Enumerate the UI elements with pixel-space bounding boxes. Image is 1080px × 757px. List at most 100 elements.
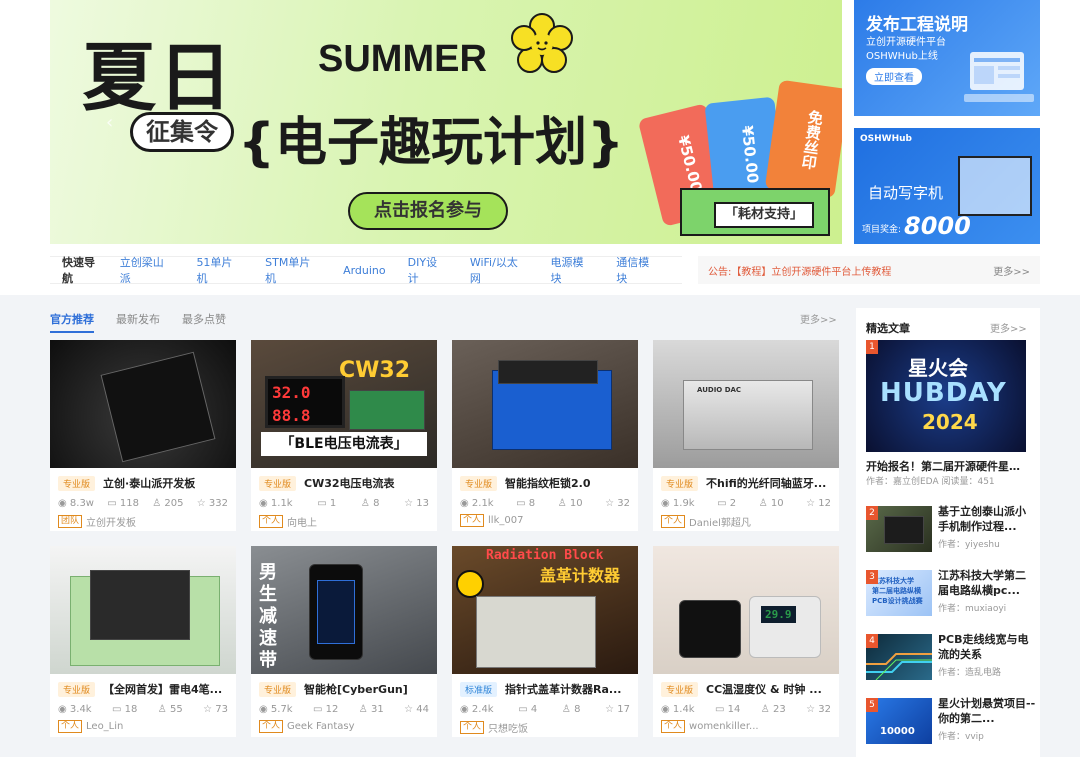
- stars-stat[interactable]: ☆ 17: [605, 704, 630, 715]
- favorites-stat[interactable]: ▭ 4: [518, 704, 537, 715]
- notice-bar[interactable]: 公告:【教程】立创开源硬件平台上传教程 更多>>: [698, 256, 1040, 284]
- project-card[interactable]: 专业版 立创·泰山派开发板 ◉ 8.3w ▭ 118 ♙ 205 ☆ 332 团队 立创开发板: [50, 340, 236, 531]
- quick-nav-link[interactable]: DIY设计: [408, 254, 448, 286]
- project-title[interactable]: CW32电压电流表: [304, 475, 395, 491]
- edition-badge: 专业版: [58, 681, 96, 697]
- stars-stat[interactable]: ☆ 13: [404, 498, 429, 509]
- likes-stat[interactable]: ♙ 23: [761, 704, 786, 715]
- project-title[interactable]: 立创·泰山派开发板: [103, 475, 195, 491]
- article-title[interactable]: 星火计划悬赏项目--你的第二...: [938, 696, 1036, 726]
- likes-stat[interactable]: ♙ 8: [562, 704, 581, 715]
- project-title[interactable]: 【全网首发】雷电4笔...: [103, 681, 222, 697]
- quick-nav-link[interactable]: Arduino: [343, 264, 386, 277]
- project-card[interactable]: Radiation Block 盖革计数器 标准版 指针式盖革计数器Ra... ◉ 2.…: [452, 546, 638, 737]
- author-name[interactable]: 向电上: [287, 514, 317, 529]
- banner-signup-button[interactable]: 点击报名参与: [348, 192, 508, 230]
- project-card[interactable]: 专业版 智能指纹柜锁2.0 ◉ 2.1k ▭ 8 ♙ 10 ☆ 32 个人 llk_007: [452, 340, 638, 531]
- stars-stat[interactable]: ☆ 332: [197, 498, 228, 509]
- author-name[interactable]: womenkiller...: [689, 721, 759, 732]
- ad-subtitle: 立创开源硬件平台 OSHWHub上线: [866, 36, 946, 64]
- project-title-row: 专业版 不hifi的光纤同轴蓝牙...: [661, 474, 831, 492]
- project-title[interactable]: 指针式盖革计数器Ra...: [505, 681, 621, 697]
- favorites-stat[interactable]: ▭ 118: [107, 498, 139, 509]
- carousel-prev-icon[interactable]: ‹: [106, 112, 113, 133]
- likes-stat[interactable]: ♙ 31: [359, 704, 384, 715]
- project-card[interactable]: CW32 32.0 88.8 「BLE电压电流表」 专业版 CW32电压电流表 ◉ 1.1k…: [251, 340, 437, 531]
- article-item[interactable]: 3 江苏科技大学 第二届电路纵横 PCB设计挑战赛 江苏科技大学第二届电路纵横p…: [866, 568, 1036, 618]
- stars-stat[interactable]: ☆ 73: [203, 704, 228, 715]
- favorites-stat[interactable]: ▭ 12: [313, 704, 338, 715]
- image-text: 江苏科技大学: [872, 577, 914, 585]
- notice-text[interactable]: 公告:【教程】立创开源硬件平台上传教程: [708, 263, 985, 278]
- notice-more-link[interactable]: 更多>>: [993, 263, 1030, 278]
- stars-stat[interactable]: ☆ 44: [404, 704, 429, 715]
- project-image[interactable]: 男生减速带: [251, 546, 437, 674]
- likes-stat[interactable]: ♙ 205: [152, 498, 183, 509]
- project-image[interactable]: AUDIO DAC: [653, 340, 839, 468]
- edition-badge: 专业版: [259, 475, 297, 491]
- article-title[interactable]: 江苏科技大学第二届电路纵横pc...: [938, 568, 1036, 598]
- banner-tag: 征集令: [130, 112, 234, 152]
- quick-nav-link[interactable]: 51单片机: [196, 254, 243, 286]
- project-title[interactable]: CC温湿度仪 & 时钟 ...: [706, 681, 822, 697]
- article-title[interactable]: PCB走线线宽与电流的关系: [938, 632, 1036, 662]
- meter-display: 32.0 88.8: [265, 376, 345, 428]
- ad-writing-machine[interactable]: OSHWHub 自动写字机 项目奖金: 8000: [854, 128, 1040, 244]
- author-name[interactable]: 立创开发板: [86, 514, 136, 529]
- hero-banner[interactable]: 夏日 SUMMER 征集令 {电子趣玩计划} 点击报名参与 ¥50.00 ¥50…: [50, 0, 842, 244]
- project-card[interactable]: 男生减速带 专业版 智能枪[CyberGun] ◉ 5.7k ▭ 12 ♙ 31 ☆ 44 个…: [251, 546, 437, 737]
- quick-nav-link[interactable]: STM单片机: [265, 254, 321, 286]
- favorites-stat[interactable]: ▭ 14: [715, 704, 740, 715]
- likes-stat[interactable]: ♙ 10: [558, 498, 583, 509]
- article-item[interactable]: 4 PCB走线线宽与电流的关系 作者：造乱电路: [866, 632, 1036, 682]
- favorites-stat[interactable]: ▭ 2: [717, 498, 736, 509]
- edition-badge: 标准版: [460, 681, 498, 697]
- project-image[interactable]: [452, 340, 638, 468]
- project-image[interactable]: Radiation Block 盖革计数器: [452, 546, 638, 674]
- article-item[interactable]: 2 基于立创泰山派小手机制作过程... 作者：yiyeshu: [866, 504, 1036, 554]
- quick-nav-link[interactable]: 立创梁山派: [120, 254, 175, 286]
- author-name[interactable]: 只想吃饭: [488, 720, 528, 735]
- article-item[interactable]: 5 10000 星火计划悬赏项目--你的第二... 作者：vvip: [866, 696, 1036, 746]
- edition-badge: 专业版: [58, 475, 96, 491]
- project-title[interactable]: 不hifi的光纤同轴蓝牙...: [706, 475, 826, 491]
- ad-view-button[interactable]: 立即查看: [866, 68, 922, 85]
- project-image[interactable]: [50, 340, 236, 468]
- stars-stat[interactable]: ☆ 32: [806, 704, 831, 715]
- author-name[interactable]: llk_007: [488, 515, 523, 526]
- thumb-up-icon: ♙: [360, 498, 374, 509]
- project-image[interactable]: CW32 32.0 88.8 「BLE电压电流表」: [251, 340, 437, 468]
- project-card[interactable]: AUDIO DAC 专业版 不hifi的光纤同轴蓝牙... ◉ 1.9k ▭ 2 ♙ 10…: [653, 340, 839, 531]
- quick-nav-link[interactable]: 通信模块: [616, 254, 660, 286]
- featured-article-image[interactable]: 1 星火会 HUBDAY 2024: [866, 340, 1026, 452]
- stars-stat[interactable]: ☆ 32: [605, 498, 630, 509]
- favorites-stat[interactable]: ▭ 1: [317, 498, 336, 509]
- likes-stat[interactable]: ♙ 10: [759, 498, 784, 509]
- projects-more-link[interactable]: 更多>>: [800, 311, 837, 326]
- article-thumbnail: 2: [866, 506, 932, 552]
- tab-official[interactable]: 官方推荐: [50, 311, 94, 333]
- tab-latest[interactable]: 最新发布: [116, 311, 160, 333]
- article-title[interactable]: 基于立创泰山派小手机制作过程...: [938, 504, 1036, 534]
- quick-nav-link[interactable]: WiFi/以太网: [470, 254, 529, 286]
- project-card[interactable]: 29.9 专业版 CC温湿度仪 & 时钟 ... ◉ 1.4k ▭ 14 ♙ 23 ☆ 32…: [653, 546, 839, 737]
- likes-stat[interactable]: ♙ 55: [158, 704, 183, 715]
- ad-publish-guide[interactable]: 发布工程说明 立创开源硬件平台 OSHWHub上线 立即查看: [854, 0, 1040, 116]
- quick-nav-link[interactable]: 电源模块: [551, 254, 595, 286]
- author-name[interactable]: Geek Fantasy: [287, 721, 355, 732]
- featured-articles-more[interactable]: 更多>>: [990, 320, 1027, 335]
- project-card[interactable]: 专业版 【全网首发】雷电4笔... ◉ 3.4k ▭ 18 ♙ 55 ☆ 73 个人 Leo_…: [50, 546, 236, 737]
- stars-stat[interactable]: ☆ 12: [806, 498, 831, 509]
- project-image[interactable]: 29.9: [653, 546, 839, 674]
- likes-stat[interactable]: ♙ 8: [361, 498, 380, 509]
- favorites-stat[interactable]: ▭ 18: [112, 704, 137, 715]
- project-title[interactable]: 智能指纹柜锁2.0: [505, 475, 591, 491]
- author-name[interactable]: Leo_Lin: [86, 721, 123, 732]
- tab-most-liked[interactable]: 最多点赞: [182, 311, 226, 333]
- project-image[interactable]: [50, 546, 236, 674]
- favorites-stat[interactable]: ▭ 8: [516, 498, 535, 509]
- featured-article-title[interactable]: 开始报名！第二届开源硬件星火...: [866, 458, 1030, 474]
- views-count: 2.1k: [471, 498, 494, 509]
- author-name[interactable]: Daniel郭超凡: [689, 514, 751, 529]
- project-title[interactable]: 智能枪[CyberGun]: [304, 681, 408, 697]
